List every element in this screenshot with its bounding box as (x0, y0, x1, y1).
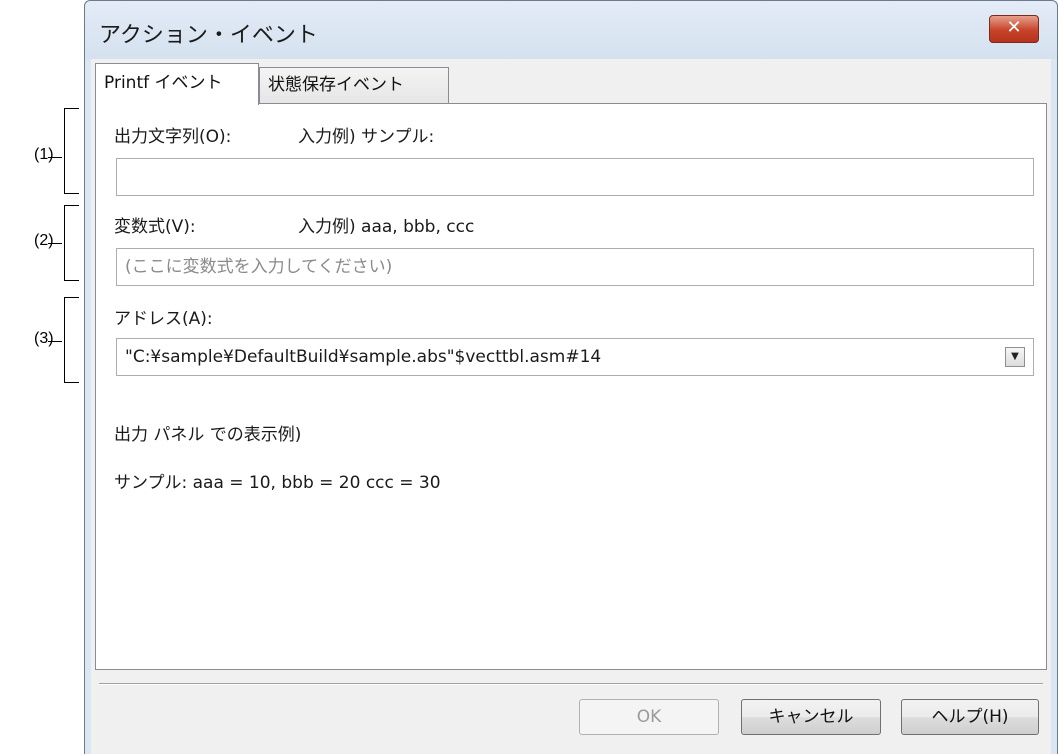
output-string-input[interactable] (116, 158, 1034, 196)
dialog-title: アクション・イベント (99, 23, 318, 48)
variable-expression-placeholder: (ここに変数式を入力してください) (125, 257, 393, 277)
dialog-client-area: Printf イベント 状態保存イベント 出力文字列(O): 入力例) サンプル… (91, 59, 1051, 754)
annotation-label-3: (3) (34, 330, 54, 347)
output-panel-preview-heading: 出力 パネル での表示例) (114, 425, 302, 445)
output-panel-preview-text: サンプル: aaa = 10, bbb = 20 ccc = 30 (114, 473, 441, 493)
close-icon: ✕ (1006, 17, 1022, 38)
address-value: "C:¥sample¥DefaultBuild¥sample.abs"$vect… (125, 347, 602, 367)
tab-state-save-event[interactable]: 状態保存イベント (259, 67, 449, 103)
address-label: アドレス(A): (114, 309, 213, 329)
annotation-dash-1 (48, 157, 62, 158)
annotation-label-1: (1) (34, 146, 54, 163)
output-string-label: 出力文字列(O): (114, 127, 232, 147)
button-separator (99, 683, 1043, 685)
help-button[interactable]: ヘルプ(H) (901, 699, 1039, 735)
address-dropdown-button[interactable]: ▼ (1005, 347, 1025, 367)
annotation-dash-2 (48, 243, 62, 244)
tab-label: Printf イベント (104, 73, 223, 93)
printf-event-panel: 出力文字列(O): 入力例) サンプル: 変数式(V): 入力例) aaa, b… (95, 103, 1047, 670)
title-bar[interactable]: アクション・イベント ✕ (85, 1, 1057, 59)
annotation-bracket-3 (64, 297, 79, 383)
address-combobox[interactable]: "C:¥sample¥DefaultBuild¥sample.abs"$vect… (116, 338, 1034, 376)
output-string-example: 入力例) サンプル: (298, 127, 435, 147)
cancel-button[interactable]: キャンセル (741, 699, 881, 735)
ok-button-label: OK (636, 707, 662, 727)
variable-expression-example: 入力例) aaa, bbb, ccc (298, 217, 475, 237)
help-button-label: ヘルプ(H) (931, 707, 1009, 727)
annotation-label-2: (2) (34, 232, 54, 249)
annotation-bracket-1 (64, 108, 79, 194)
annotation-dash-3 (48, 341, 62, 342)
variable-expression-label: 変数式(V): (114, 217, 196, 237)
annotation-bracket-2 (64, 205, 79, 281)
close-button[interactable]: ✕ (989, 15, 1039, 43)
variable-expression-input[interactable]: (ここに変数式を入力してください) (116, 248, 1034, 286)
tab-label: 状態保存イベント (268, 75, 404, 95)
chevron-down-icon: ▼ (1011, 351, 1019, 362)
tab-printf-event[interactable]: Printf イベント (95, 63, 259, 105)
ok-button[interactable]: OK (579, 699, 719, 735)
cancel-button-label: キャンセル (768, 707, 854, 727)
action-event-dialog: アクション・イベント ✕ Printf イベント 状態保存イベント 出力文字列(… (84, 0, 1058, 754)
